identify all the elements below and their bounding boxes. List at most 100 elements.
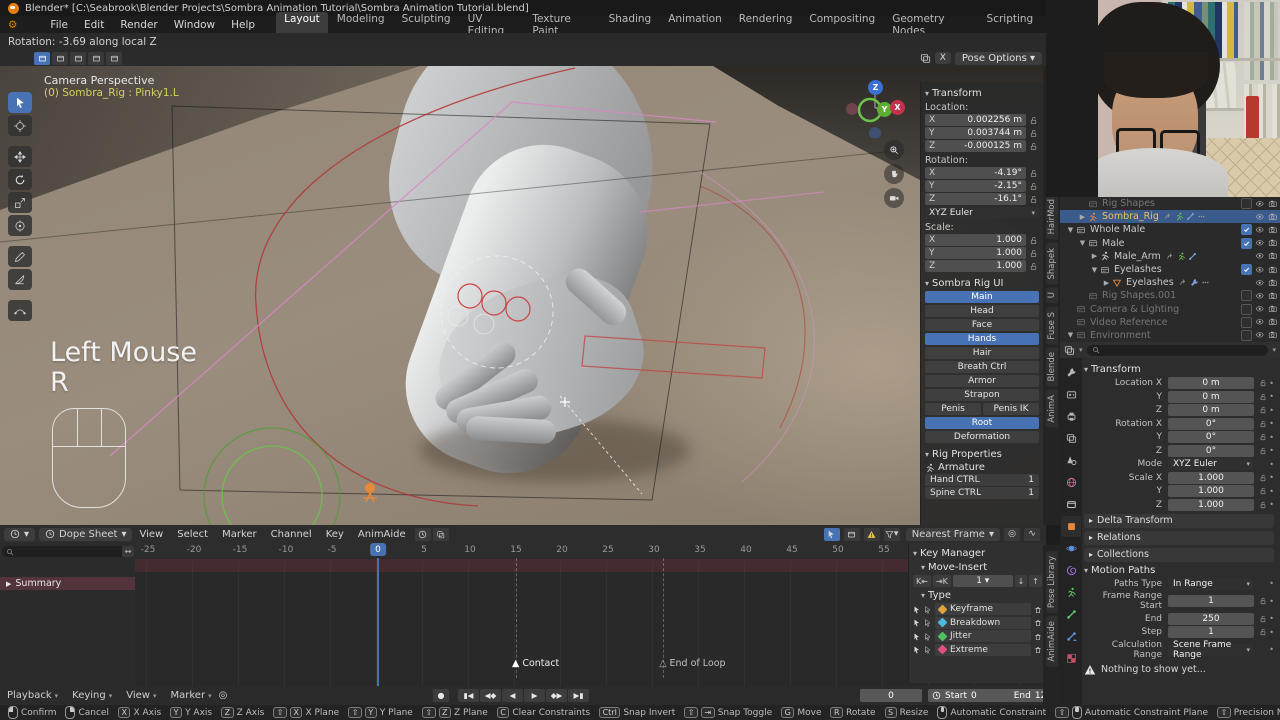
outliner-row-rig-shapes[interactable]: Rig Shapes [1060,197,1280,210]
expand-icon[interactable]: ▶ [1102,279,1111,287]
hide-eye-icon[interactable] [1255,304,1265,315]
transform-field-y[interactable]: 0 m [1168,391,1254,403]
prev-keyframe-button[interactable]: ◀◆ [480,689,501,702]
scale-field-x[interactable]: X1.000 [925,234,1026,246]
menu-edit[interactable]: Edit [77,18,111,32]
onion-skin-icon[interactable] [433,528,449,541]
warning-icon[interactable] [864,528,880,541]
animate-dot[interactable]: • [1269,473,1274,482]
zoom-icon[interactable] [884,140,904,160]
rotation-mode-dropdown[interactable]: XYZ Euler▾ [925,207,1039,219]
object-transform-header[interactable]: ▾Transform [1084,364,1274,375]
only-selected-icon[interactable] [824,528,840,541]
properties-tab-printer[interactable] [1061,406,1081,427]
pose-options-dropdown[interactable]: Pose Options ▾ [955,52,1042,65]
playback-menu-keying[interactable]: Keying ▾ [65,690,119,701]
menu-help[interactable]: Help [224,18,262,32]
summary-channel[interactable]: ▶Summary [0,577,135,590]
properties-tab-checker[interactable] [1061,648,1081,669]
properties-tab-swirl[interactable] [1061,560,1081,581]
move-down-button[interactable]: ↓ [1015,575,1028,587]
tool-cursor[interactable] [8,115,32,136]
dope-menu-animaide[interactable]: AnimAide [351,529,413,540]
animate-dot[interactable]: • [1269,614,1274,623]
rig-button-head[interactable]: Head [925,305,1039,317]
lock-icon[interactable] [1029,142,1039,151]
hide-eye-icon[interactable] [1255,211,1265,222]
current-frame-field[interactable]: 0 [860,689,922,702]
rig-button-penis[interactable]: Penis [925,403,981,415]
tool-move[interactable] [8,146,32,167]
tool-rotate[interactable] [8,169,32,190]
lock-icon[interactable] [1029,262,1039,271]
camera-view-icon[interactable] [884,188,904,208]
animate-dot[interactable]: • [1269,460,1274,469]
hide-eye-icon[interactable] [1255,277,1265,288]
expand-icon[interactable]: ▶ [1078,213,1087,221]
render-visibility-icon[interactable] [1268,264,1278,275]
location-field-x[interactable]: X0.002256 m [925,114,1026,126]
key-type-field[interactable]: Jitter [935,630,1031,642]
deselect-keys-icon[interactable] [924,605,932,614]
menu-render[interactable]: Render [113,18,164,32]
select-keys-icon[interactable] [913,618,921,627]
scale-field-y[interactable]: Y1.000 [925,247,1026,259]
rig-button-main[interactable]: Main [925,291,1039,303]
expand-icon[interactable]: ▼ [1066,226,1075,234]
outliner-row-video-reference[interactable]: Video Reference [1060,316,1280,329]
transform-panel-header[interactable]: ▾Transform [925,88,1039,99]
properties-tab-sq[interactable] [1061,516,1081,537]
collection-checkbox[interactable] [1241,304,1252,315]
deselect-keys-icon[interactable] [924,632,932,641]
tool-scale[interactable] [8,192,32,213]
collection-checkbox[interactable] [1241,198,1252,209]
key-type-field[interactable]: Breakdown [935,617,1031,629]
box-invert-icon[interactable] [88,52,104,65]
hide-eye-icon[interactable] [1255,290,1265,301]
render-visibility-icon[interactable] [1268,224,1278,235]
dope-menu-view[interactable]: View [132,529,170,540]
hide-eye-icon[interactable] [1255,238,1265,249]
rig-button-deformation[interactable]: Deformation [925,431,1039,443]
collection-checkbox[interactable] [1241,330,1252,341]
scale-field-z[interactable]: Z1.000 [925,260,1026,272]
tool-transform[interactable] [8,215,32,236]
box-subtract-icon[interactable] [70,52,86,65]
rotation-field-y[interactable]: Y-2.15° [925,180,1026,192]
timeline-marker-contact[interactable]: ▲Contact [512,658,559,669]
jump-start-button[interactable]: ▮◀ [458,689,479,702]
next-keyframe-button[interactable]: ◆▶ [546,689,567,702]
key-jump-right-button[interactable]: ⇥K [933,575,951,587]
n-panel-tab-shapek[interactable]: Shapek [1046,243,1058,285]
collection-checkbox[interactable] [1241,238,1252,249]
jump-end-button[interactable]: ▶▮ [568,689,589,702]
properties-options-icon[interactable]: ▾ [1272,346,1276,354]
rig-prop-hand-ctrl[interactable]: Hand CTRL1 [925,474,1039,486]
snap-target-icon[interactable]: ◎ [1004,528,1020,541]
outliner-row-sombra-rig[interactable]: ▶Sombra_Rig [1060,210,1280,223]
outliner-row-male-arm[interactable]: ▶Male_Arm [1060,250,1280,263]
lock-icon[interactable] [1029,129,1039,138]
outliner-row-eyelashes[interactable]: ▶Eyelashes [1060,276,1280,289]
collection-checkbox[interactable] [1241,224,1252,235]
animate-dot[interactable]: • [1269,500,1274,509]
rig-button-hair[interactable]: Hair [925,347,1039,359]
play-button[interactable]: ▶ [524,689,545,702]
animate-dot[interactable]: • [1269,419,1274,428]
collection-checkbox[interactable] [1241,264,1252,275]
collection-checkbox[interactable] [1241,317,1252,328]
channel-expand-icon[interactable]: ↔ [122,546,134,557]
lock-icon[interactable] [1029,116,1039,125]
transform-field-y[interactable]: 1.000 [1168,485,1254,497]
motion-field-calculation-range[interactable]: Scene Frame Range▾ [1168,644,1254,656]
auto-key-icon[interactable]: ◎ [219,690,228,701]
animate-dot[interactable]: • [1269,628,1274,637]
lock-icon[interactable] [1029,249,1039,258]
deselect-keys-icon[interactable] [924,645,932,654]
rig-properties-header[interactable]: ▾Rig Properties [925,449,1039,460]
properties-tab-layers[interactable] [1061,428,1081,449]
rig-button-face[interactable]: Face [925,319,1039,331]
panel-relations[interactable]: ▸Relations [1084,531,1274,545]
expand-icon[interactable]: ▼ [1078,239,1087,247]
rig-button-root[interactable]: Root [925,417,1039,429]
